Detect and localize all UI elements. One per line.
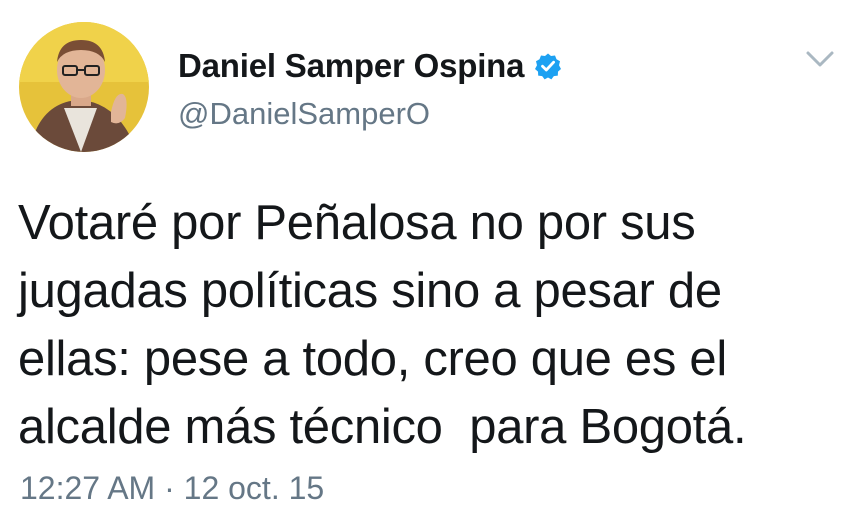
verified-badge-icon — [534, 52, 562, 80]
tweet-text-line: jugadas políticas sino a pesar de — [18, 264, 722, 318]
author-name-row[interactable]: Daniel Samper Ospina — [178, 44, 562, 88]
avatar-image — [19, 22, 149, 152]
tweet-text-line: ellas: pese a todo, creo que es el — [18, 332, 727, 386]
tweet-timestamp[interactable]: 12:27 AM · 12 oct. 15 — [20, 470, 324, 507]
tweet-text-line: Votaré por Peñalosa no por sus — [18, 196, 696, 250]
avatar[interactable] — [19, 22, 149, 152]
tweet-card: Daniel Samper Ospina @DanielSamperO Vota… — [0, 0, 855, 522]
tweet-text-line: alcalde más técnico para Bogotá. — [18, 400, 747, 454]
meta-separator: · — [155, 470, 184, 506]
display-name[interactable]: Daniel Samper Ospina — [178, 47, 524, 85]
chevron-down-icon[interactable] — [803, 46, 837, 72]
tweet-time[interactable]: 12:27 AM — [20, 470, 155, 507]
tweet-text: Votaré por Peñalosa no por sus jugadas p… — [18, 189, 848, 461]
author-handle[interactable]: @DanielSamperO — [178, 96, 430, 132]
tweet-date[interactable]: 12 oct. 15 — [184, 470, 325, 507]
